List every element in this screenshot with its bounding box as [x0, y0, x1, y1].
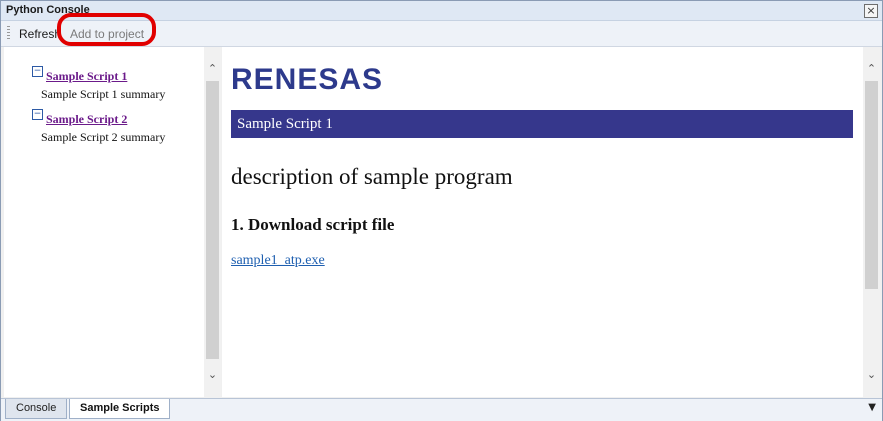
close-icon[interactable]: × — [864, 4, 878, 18]
chevron-up-icon[interactable]: ⌃ — [863, 61, 880, 77]
toolbar-grip[interactable] — [7, 26, 10, 41]
script-download-link[interactable]: sample1_atp.exe — [231, 253, 325, 269]
tree-item-label[interactable]: Sample Script 1 — [46, 69, 127, 83]
refresh-button[interactable]: Refresh — [19, 27, 61, 41]
chevron-down-icon[interactable]: ▼ — [868, 402, 876, 413]
section-title-bar: Sample Script 1 — [231, 110, 853, 138]
tree-item-sample-script-2[interactable]: Sample Script 2 — [46, 110, 127, 128]
script-tree-pane: − Sample Script 1 Sample Script 1 summar… — [4, 47, 204, 397]
tree-item-label[interactable]: Sample Script 2 — [46, 112, 127, 126]
highlight-annotation — [57, 13, 156, 46]
tab-strip: Console Sample Scripts ▼ — [1, 398, 882, 421]
detail-scrollbar-thumb[interactable] — [865, 81, 878, 289]
detail-scrollbar[interactable]: ⌃ ⌄ — [863, 47, 880, 397]
tree-scrollbar-track[interactable] — [206, 81, 219, 359]
chevron-up-icon[interactable]: ⌃ — [204, 61, 221, 77]
tree-scrollbar[interactable]: ⌃ ⌄ — [204, 47, 221, 397]
tab-sample-scripts[interactable]: Sample Scripts — [69, 399, 171, 419]
tree-item-summary: Sample Script 1 summary — [41, 87, 166, 101]
chevron-down-icon[interactable]: ⌄ — [863, 367, 880, 383]
renesas-logo: RENESAS — [231, 63, 384, 96]
tree-item-summary: Sample Script 2 summary — [41, 130, 166, 144]
chevron-down-icon[interactable]: ⌄ — [204, 367, 221, 383]
minus-icon[interactable]: − — [32, 66, 43, 77]
download-heading: 1. Download script file — [231, 215, 395, 234]
minus-icon[interactable]: − — [32, 109, 43, 120]
python-console-window: Python Console × Refresh Add to project … — [0, 0, 883, 421]
script-detail-pane: RENESAS Sample Script 1 description of s… — [222, 47, 863, 397]
tab-console[interactable]: Console — [5, 399, 68, 419]
script-description: description of sample program — [231, 164, 513, 189]
tree-item-sample-script-1[interactable]: Sample Script 1 — [46, 67, 127, 85]
